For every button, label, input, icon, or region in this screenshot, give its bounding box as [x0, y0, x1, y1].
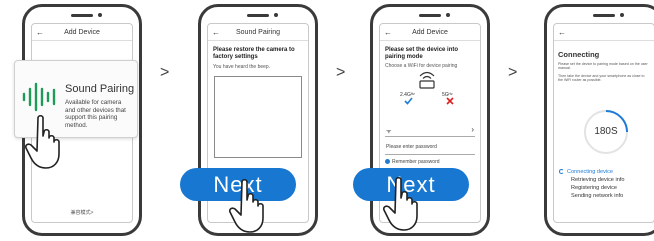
tap-hand-icon	[383, 176, 418, 231]
screen-connecting: ← Connecting Please set the device to pa…	[553, 23, 654, 223]
remember-checkbox[interactable]	[385, 159, 390, 164]
router-distance-note: Then take the device and your smartphone…	[558, 73, 645, 83]
step-chevron-icon: >	[508, 64, 518, 81]
phone-speaker	[593, 14, 615, 17]
phone-frame-connecting: ← Connecting Please set the device to pa…	[544, 4, 654, 236]
phone-camera	[274, 13, 278, 17]
step-chevron-icon: >	[336, 64, 346, 81]
device-image-placeholder	[214, 76, 302, 158]
countdown-text: 180S	[594, 126, 618, 137]
back-arrow-icon[interactable]: ←	[558, 28, 568, 37]
sound-wave-icon	[22, 82, 56, 112]
step-registering-device: Registering device	[571, 185, 618, 191]
header-bar: ← Sound Pairing	[208, 24, 308, 41]
phone-camera	[98, 13, 102, 17]
step-retrieving-info: Retrieving device info	[571, 177, 625, 183]
phone-camera	[446, 13, 450, 17]
wifi-select-chevron-icon[interactable]: ›	[471, 125, 474, 134]
choose-wifi-text: Choose a WiFi for device pairing	[385, 63, 458, 69]
pairing-mode-note: Please set the device to pairing mode ba…	[558, 62, 648, 71]
tap-hand-icon	[25, 114, 60, 169]
instruction-text: Please restore the camera to factory set…	[213, 47, 295, 60]
back-arrow-icon[interactable]: ←	[384, 28, 394, 37]
beep-hint-text: You have heard the beep.	[213, 64, 271, 70]
remember-password-label: Remember password	[392, 159, 440, 165]
router-icon	[419, 71, 435, 89]
compatibility-mode-link[interactable]: 兼容模式>	[32, 209, 132, 216]
header-title: Sound Pairing	[236, 28, 280, 36]
loading-spinner-icon	[559, 169, 564, 174]
instruction-text: Please set the device into pairing mode	[385, 47, 459, 60]
step-sending-network-info: Sending network info	[571, 193, 624, 199]
cross-icon	[446, 97, 454, 105]
password-underline	[385, 154, 475, 155]
phone-camera	[620, 13, 624, 17]
header-bar: ← Add Device	[380, 24, 480, 41]
phone-speaker	[71, 14, 93, 17]
step-connecting-device: Connecting device	[558, 168, 654, 176]
phone-speaker	[247, 14, 269, 17]
back-arrow-icon[interactable]: ←	[36, 28, 46, 37]
progress-steps: Connecting device Retrieving device info…	[558, 168, 654, 200]
header-title: Add Device	[412, 28, 448, 36]
popup-description: Available for camera and other devices t…	[65, 99, 126, 129]
tap-hand-icon	[229, 178, 264, 233]
wifi-icon: ᯤ	[386, 129, 392, 135]
header-bar: ← Add Device	[32, 24, 132, 41]
check-icon	[404, 97, 413, 105]
step-chevron-icon: >	[160, 64, 170, 81]
popup-title: Sound Pairing	[65, 83, 135, 95]
wifi-band-illustration: 2.4Gᴴᶻ 5Gᴴᶻ	[380, 70, 480, 106]
connecting-title: Connecting	[558, 50, 600, 59]
header-bar: ←	[554, 24, 654, 41]
wifi-select-underline	[385, 136, 475, 137]
password-input[interactable]: Please enter password	[386, 144, 437, 150]
phone-speaker	[419, 14, 441, 17]
header-title: Add Device	[64, 28, 100, 36]
back-arrow-icon[interactable]: ←	[212, 28, 222, 37]
